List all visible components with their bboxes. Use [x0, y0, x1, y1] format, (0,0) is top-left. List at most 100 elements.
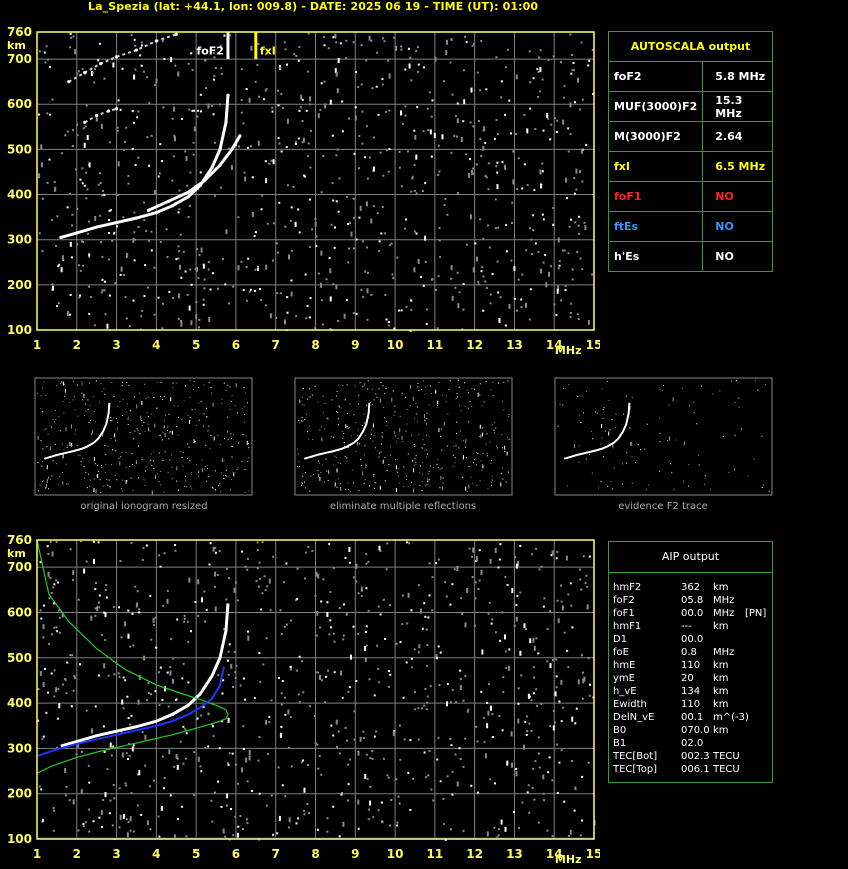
noise-dot [253, 290, 256, 292]
thumbnail-dot [308, 438, 310, 440]
noise-dot [482, 309, 485, 312]
thumbnail-dot [682, 481, 684, 483]
thumbnail-dot [361, 425, 363, 427]
noise-dot [451, 295, 454, 301]
thumbnail-dot [73, 396, 75, 398]
thumbnail-dot [55, 410, 56, 411]
noise-dot [582, 555, 585, 558]
noise-dot [53, 669, 56, 672]
thumbnail-dot [477, 453, 479, 454]
thumbnail-dot [160, 484, 162, 486]
noise-dot [328, 633, 331, 636]
noise-dot [163, 787, 165, 790]
thumbnail-dot [191, 409, 193, 411]
noise-dot [437, 558, 440, 561]
noise-dot [530, 699, 533, 702]
noise-dot [132, 299, 135, 302]
noise-dot [178, 250, 181, 253]
thumbnail-dot [154, 423, 156, 428]
noise-dot [336, 148, 339, 151]
thumbnail-dot [424, 449, 426, 451]
noise-dot [193, 794, 196, 797]
thumbnail-dot [189, 380, 191, 382]
aip-unit: MHz [713, 595, 735, 606]
noise-dot [525, 302, 527, 308]
noise-dot [533, 676, 535, 679]
thumbnail-dot [101, 391, 103, 393]
noise-dot [347, 783, 350, 786]
thumbnail-dot [364, 454, 366, 456]
noise-dot [501, 611, 504, 614]
thumbnail-dot [144, 430, 146, 432]
thumbnail-dot [578, 461, 580, 463]
noise-dot [381, 78, 384, 81]
noise-dot [376, 212, 379, 215]
noise-dot [494, 631, 497, 634]
thumbnail-dot [427, 481, 429, 483]
noise-dot [335, 200, 338, 203]
noise-dot [56, 630, 59, 633]
thumbnail-dot [122, 399, 124, 401]
thumbnail-dot [234, 405, 236, 407]
thumbnail-dot [428, 435, 430, 437]
thumbnail-dot [407, 453, 409, 455]
noise-dot [146, 820, 149, 826]
noise-dot [587, 761, 590, 764]
noise-dot [319, 109, 322, 111]
noise-dot [184, 150, 187, 153]
noise-dot [571, 626, 574, 629]
noise-dot [265, 719, 267, 725]
thumbnail-dot [110, 438, 112, 439]
thumbnail-dot [405, 475, 407, 477]
thumbnail-dot [669, 436, 670, 441]
noise-dot [261, 541, 264, 543]
noise-dot [549, 138, 552, 141]
thumbnail-dot [630, 441, 632, 446]
noise-dot [410, 79, 413, 82]
noise-dot [527, 784, 530, 787]
thumbnail-dot [701, 385, 703, 387]
noise-dot [42, 735, 45, 738]
thumbnail-dot [310, 475, 312, 477]
noise-dot [446, 682, 449, 685]
thumbnail-dot [122, 415, 123, 416]
noise-dot [443, 203, 446, 206]
noise-dot [276, 832, 279, 835]
thumbnail-dot [348, 489, 350, 490]
noise-dot [482, 716, 485, 719]
x-tick-label: 6 [232, 338, 240, 352]
noise-dot [529, 107, 532, 110]
noise-dot [95, 116, 98, 122]
noise-dot [487, 224, 489, 227]
noise-dot [117, 99, 120, 102]
noise-dot [557, 267, 560, 270]
noise-dot [526, 791, 529, 794]
noise-dot [186, 184, 189, 187]
noise-dot [167, 705, 170, 708]
trace-series [84, 107, 117, 124]
thumbnail-dot [247, 402, 248, 404]
thumbnail-dot [672, 397, 674, 402]
noise-dot [450, 265, 453, 271]
autoscala-param-name: fxI [607, 151, 704, 182]
noise-dot [264, 89, 267, 92]
thumbnail-dot [382, 459, 384, 464]
noise-dot [566, 197, 568, 200]
noise-dot [438, 170, 441, 173]
noise-dot [129, 816, 132, 822]
thumbnail-dot [761, 487, 763, 488]
noise-dot [299, 106, 302, 109]
noise-dot [500, 96, 503, 99]
thumbnail-dot [206, 480, 208, 482]
noise-dot [242, 677, 245, 680]
y-tick-label: 500 [7, 651, 32, 665]
thumbnail-dot [625, 395, 627, 397]
thumbnail-dot [681, 388, 683, 390]
noise-dot [284, 713, 287, 716]
thumbnail-dot [193, 381, 195, 382]
thumbnail-dot [121, 381, 123, 383]
noise-dot [280, 703, 283, 706]
noise-dot [511, 222, 513, 224]
noise-dot [495, 119, 498, 121]
noise-dot [379, 151, 382, 154]
